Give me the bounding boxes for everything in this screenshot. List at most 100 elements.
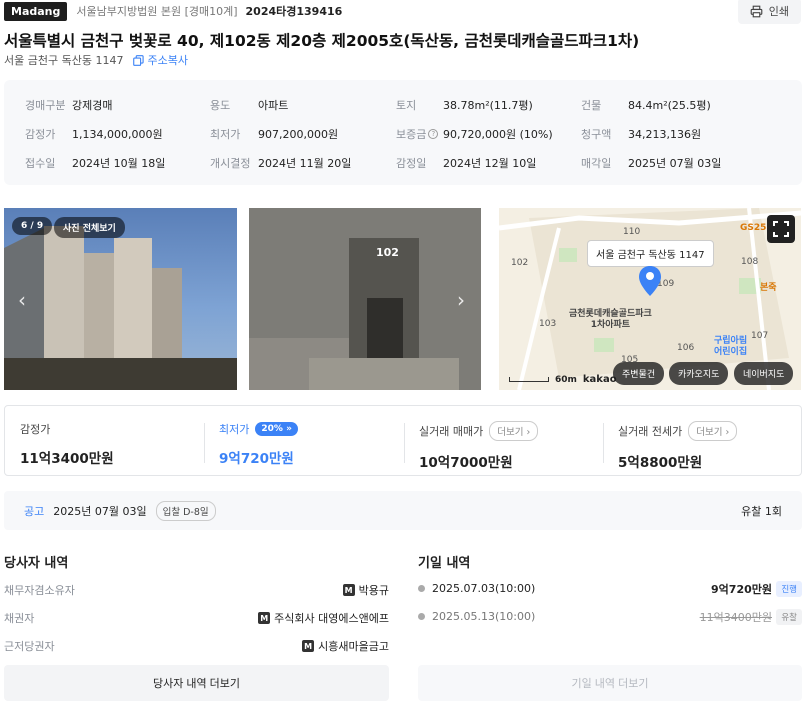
printer-icon bbox=[750, 5, 763, 17]
jeonse-price-value: 5억8800만원 bbox=[618, 455, 703, 471]
print-button[interactable]: 인쇄 bbox=[737, 0, 801, 24]
discount-badge: 20% » bbox=[255, 422, 298, 436]
fail-count: 유찰 1회 bbox=[741, 504, 782, 518]
history-price: 9억720만원 bbox=[711, 582, 772, 596]
entrance-illustration bbox=[249, 208, 481, 390]
map-label-106: 106 bbox=[677, 343, 695, 353]
brand-logo: Madang bbox=[4, 1, 68, 21]
minimum-price-value: 9억720만원 bbox=[219, 451, 294, 467]
short-address: 서울 금천구 독산동 1147 bbox=[4, 54, 124, 67]
appraisal-price: 감정가 11억3400만원 bbox=[5, 406, 204, 475]
m-badge-icon: M bbox=[302, 640, 315, 652]
party-name: 시흥새마을금고 bbox=[318, 640, 389, 653]
copy-address-button[interactable]: 주소복사 bbox=[133, 52, 188, 68]
info-start-decision: 개시결정 2024년 11월 20일 bbox=[210, 157, 352, 170]
info-land: 토지 38.78m²(11.7평) bbox=[396, 99, 533, 112]
map-address-tooltip: 서울 금천구 독산동 1147 bbox=[587, 240, 714, 267]
appraisal-price-value: 11억3400만원 bbox=[20, 451, 114, 467]
history-date: 2025.07.03(10:00) bbox=[432, 582, 536, 595]
print-label: 인쇄 bbox=[768, 6, 789, 18]
double-chevron-down-icon: » bbox=[286, 424, 292, 434]
history-title: 기일 내역 bbox=[418, 556, 471, 571]
expand-icon bbox=[773, 221, 789, 237]
address-line: 서울 금천구 독산동 1147 주소복사 bbox=[4, 52, 188, 68]
history-more-button[interactable]: 기일 내역 더보기 bbox=[418, 665, 802, 701]
history-status-badge: 진행 bbox=[776, 580, 802, 597]
info-usage: 용도 아파트 bbox=[210, 99, 289, 112]
party-name: 박용규 bbox=[358, 584, 389, 597]
copy-icon bbox=[133, 54, 145, 66]
chevron-right-icon[interactable]: › bbox=[457, 288, 465, 312]
trade-price-label: 실거래 매매가 bbox=[419, 425, 484, 438]
parties-title: 당사자 내역 bbox=[4, 556, 69, 571]
map-pin-icon bbox=[639, 266, 661, 296]
history-dot bbox=[418, 613, 425, 620]
map-label-102: 102 bbox=[511, 258, 529, 268]
m-badge-icon: M bbox=[342, 584, 355, 596]
map-label-daycare: 구립아림 어린이집 bbox=[714, 336, 748, 357]
history-price: 11억3400만원 bbox=[699, 610, 772, 624]
party-role: 채무자겸소유자 bbox=[4, 584, 75, 597]
jeonse-more-button[interactable]: 더보기 › bbox=[688, 421, 738, 441]
auction-notice-bar: 공고 2025년 07월 03일 입찰 D-8일 유찰 1회 bbox=[4, 491, 802, 530]
history-dot bbox=[418, 585, 425, 592]
appraisal-price-label: 감정가 bbox=[20, 423, 51, 436]
map-label-restaurant: 본죽 bbox=[760, 283, 777, 293]
info-building: 건물 84.4m²(25.5평) bbox=[581, 99, 711, 112]
photo-counter: 6 / 9 bbox=[12, 217, 53, 235]
history-date: 2025.05.13(10:00) bbox=[432, 610, 536, 623]
party-role: 근저당권자 bbox=[4, 640, 55, 653]
party-row: 채무자겸소유자 M 박용규 bbox=[4, 582, 389, 598]
case-info-grid: 경매구분 강제경매 용도 아파트 토지 38.78m²(11.7평) 건물 84.4m²… bbox=[4, 80, 802, 185]
info-claim: 청구액 34,213,136원 bbox=[581, 128, 702, 141]
map-label-107: 107 bbox=[751, 331, 769, 341]
price-summary: 감정가 11억3400만원 최저가 20% » 9억720만원 실거래 매매가 더보… bbox=[4, 405, 802, 476]
photo-apartment-exterior[interactable]: 6 / 9 사진 전체보기 ‹ bbox=[4, 208, 237, 390]
trade-price-value: 10억7000만원 bbox=[419, 455, 513, 471]
photo-building-entrance[interactable]: 102 › bbox=[249, 208, 481, 390]
trade-more-button[interactable]: 더보기 › bbox=[489, 421, 539, 441]
map-provider-logo: kakao bbox=[582, 374, 617, 385]
info-sale-date: 매각일 2025년 07월 03일 bbox=[581, 157, 722, 170]
party-role: 채권자 bbox=[4, 612, 35, 625]
naver-map-button[interactable]: 네이버지도 bbox=[734, 362, 794, 385]
court-name: 서울남부지방법원 본원 [경매10계] bbox=[76, 5, 238, 18]
notice-date: 2025년 07월 03일 bbox=[53, 504, 147, 518]
expand-map-button[interactable] bbox=[767, 215, 795, 243]
minimum-price-label: 최저가 bbox=[219, 423, 250, 436]
history-row: 2025.05.13(10:00) 11억3400만원 유찰 bbox=[418, 608, 802, 625]
top-bar: Madang 서울남부지방법원 본원 [경매10계] 2024타경139416 … bbox=[4, 0, 801, 24]
map-label-gs25: GS25 bbox=[740, 223, 767, 233]
help-icon[interactable]: ? bbox=[428, 129, 439, 139]
map-label-103: 103 bbox=[539, 319, 557, 329]
map-scale: 60m kakao bbox=[509, 374, 617, 385]
party-row: 근저당권자 M 시흥새마을금고 bbox=[4, 638, 389, 654]
jeonse-price-label: 실거래 전세가 bbox=[618, 425, 683, 438]
location-map[interactable]: 110 102 109 108 103 107 105 106 GS25 본죽 … bbox=[499, 208, 801, 390]
info-appraisal-date: 감정일 2024년 12월 10일 bbox=[396, 157, 537, 170]
info-appraisal: 감정가 1,134,000,000원 bbox=[25, 128, 163, 141]
map-label-108: 108 bbox=[741, 257, 759, 267]
kakao-map-button[interactable]: 카카오지도 bbox=[669, 362, 729, 385]
map-complex-name: 금천롯데캐슬골드파크 1차아파트 bbox=[569, 309, 652, 330]
parties-more-button[interactable]: 당사자 내역 더보기 bbox=[4, 665, 389, 701]
chevron-left-icon[interactable]: ‹ bbox=[18, 288, 26, 312]
notice-label: 공고 bbox=[24, 504, 45, 518]
copy-address-label: 주소복사 bbox=[147, 54, 188, 67]
minimum-price: 최저가 20% » 9억720만원 bbox=[204, 406, 404, 475]
map-label-110: 110 bbox=[623, 227, 641, 237]
map-scale-label: 60m bbox=[555, 374, 577, 385]
case-number: 2024타경139416 bbox=[245, 5, 343, 18]
info-deposit: 보증금? 90,720,000원 (10%) bbox=[396, 128, 553, 141]
view-all-photos-button[interactable]: 사진 전체보기 bbox=[54, 217, 125, 238]
nearby-items-button[interactable]: 주변물건 bbox=[613, 362, 665, 385]
party-name: 주식회사 대영에스앤에프 bbox=[274, 612, 389, 625]
info-auction-type: 경매구분 강제경매 bbox=[25, 99, 113, 112]
page-title: 서울특별시 금천구 벚꽃로 40, 제102동 제20층 제2005호(독산동,… bbox=[4, 32, 640, 50]
history-row: 2025.07.03(10:00) 9억720만원 진행 bbox=[418, 580, 802, 597]
m-badge-icon: M bbox=[258, 612, 271, 624]
jeonse-price: 실거래 전세가 더보기 › 5억8800만원 bbox=[603, 406, 802, 475]
dday-badge: 입찰 D-8일 bbox=[155, 500, 216, 521]
building-number-sign: 102 bbox=[376, 246, 399, 259]
history-status-badge: 유찰 bbox=[776, 608, 802, 625]
